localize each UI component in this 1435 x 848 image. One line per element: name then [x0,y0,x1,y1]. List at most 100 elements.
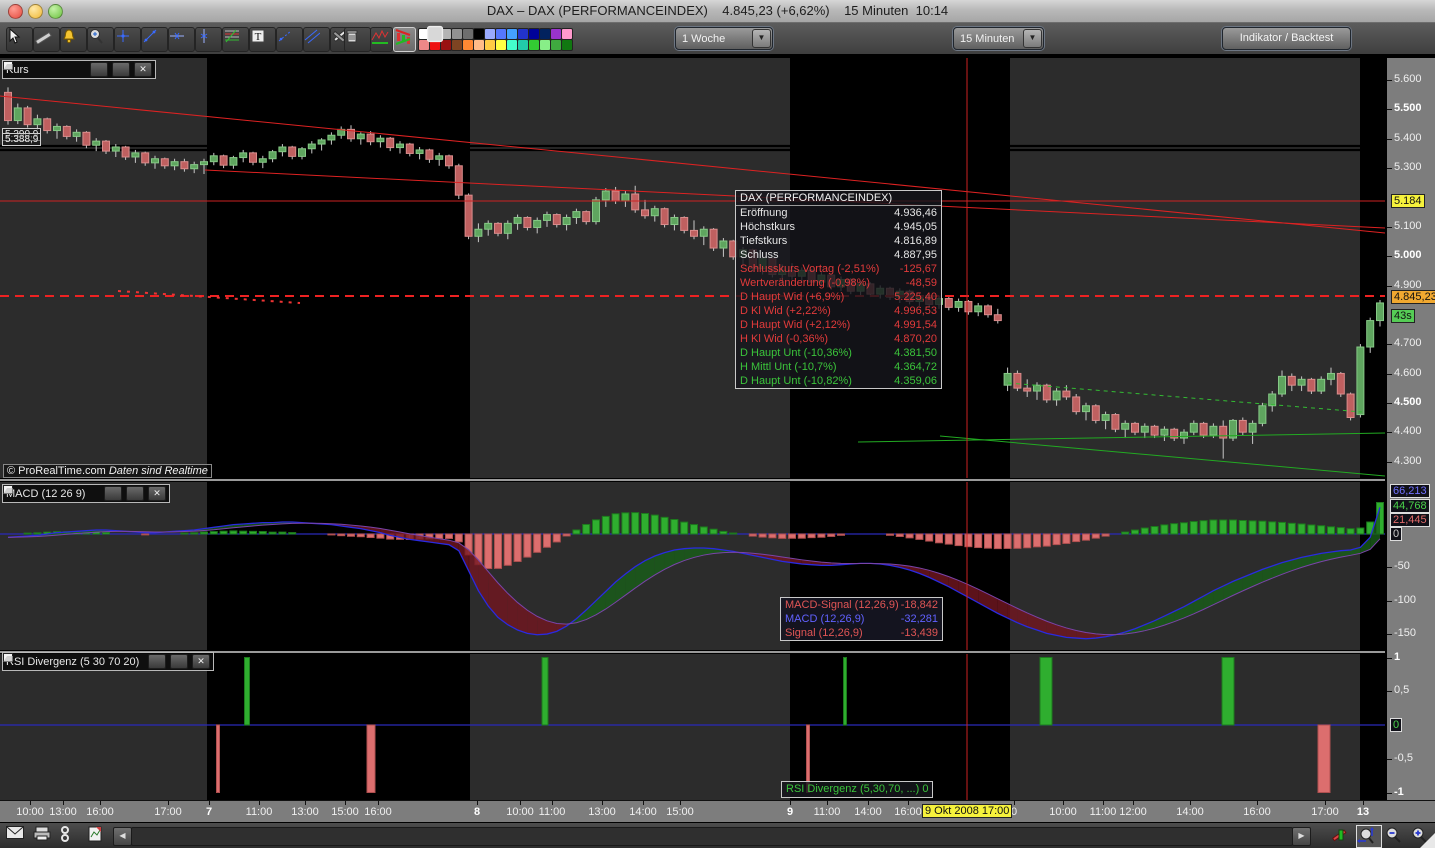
price-tick-mark [1387,256,1392,258]
macd-histogram-bar [572,529,581,535]
macd-histogram-bar [905,533,914,539]
macd-histogram-bar [984,533,992,549]
macd-value-box: 21,445 [1390,513,1430,527]
rsi-panel-header[interactable]: RSI Divergenz (5 30 70 20) ✕ [2,652,214,671]
candle-body [425,149,434,160]
price-tick-mark [1387,80,1392,82]
macd-histogram-bar [484,533,493,570]
printer-icon [33,826,51,841]
macd-histogram-bar [1052,533,1061,546]
macd-histogram-bar [1346,528,1355,535]
resize-grip[interactable] [1419,833,1435,848]
time-tick-label: 17:00 [1311,806,1339,818]
macd-histogram-bar [1317,525,1326,535]
macd-panel-header[interactable]: MACD (12 26 9) ✕ [2,484,170,503]
macd-histogram-bar [288,532,297,535]
rsi-close-button[interactable]: ✕ [192,654,210,669]
candle-body [1189,422,1198,433]
zoom-region-button[interactable] [1356,825,1382,848]
macd-histogram-bar [503,533,512,566]
candle-body [1140,425,1149,433]
time-tick-mark [1363,801,1364,805]
time-tick-mark [827,801,828,805]
macd-settings-button[interactable] [3,486,122,501]
macd-window-button[interactable] [3,485,144,501]
macd-close-button[interactable]: ✕ [148,486,166,501]
candle-body [229,157,238,166]
chart-settings-button[interactable] [1330,826,1352,845]
print-button[interactable] [33,826,55,845]
rsi-bar [541,657,549,726]
price-axis-flag: 4.845,23 [1391,290,1435,304]
macd-histogram-bar [1101,533,1110,537]
macd-histogram-bar [200,531,208,535]
color-swatch[interactable] [426,25,444,43]
price-axis[interactable]: 5.600 5.500 5.400 5.300 5.100 5.000 4.900 4.700… [1385,58,1435,822]
macd-histogram-bar [209,531,218,535]
scroll-right-button[interactable]: ▶ [1292,827,1311,846]
tooltip-row: D Haupt Unt (-10,82%) 4.359,06 [740,375,937,387]
mail-button[interactable] [6,826,28,845]
kurs-close-button[interactable]: ✕ [134,62,152,77]
price-axis-flag: 5.184 [1391,194,1425,208]
macd-histogram-bar [356,533,365,538]
link-button[interactable] [60,826,82,845]
macd-histogram-bar [1082,533,1090,541]
time-axis[interactable]: 10:00 13:00 16:00 17:00 7 11:00 13:00 15:00 16:0… [0,800,1435,823]
scroll-left-button[interactable]: ◀ [113,827,132,846]
kurs-panel-header[interactable]: Kurs ✕ [2,60,156,79]
candle-body [1091,405,1100,421]
candle-body [1356,346,1365,416]
candle-body [249,152,257,163]
candle-body [719,240,728,249]
time-tick-mark [345,801,346,805]
candle-body [1317,378,1326,392]
kurs-window-button[interactable] [3,61,130,77]
candle-body [1346,393,1355,418]
candle-body [494,222,502,234]
chart-page-button[interactable] [88,826,110,845]
tooltip-row: Schlusskurs Vortag (-2,51%) -125,67 [740,263,937,275]
candle-body [1042,384,1051,401]
macd-histogram-bar [788,533,796,539]
candle-body [1336,372,1345,395]
time-tick-mark [259,801,260,805]
macd-histogram-bar [454,533,463,543]
macd-cloud [635,560,645,589]
macd-histogram-bar [837,533,845,536]
macd-tick-mark [1387,600,1392,602]
macd-histogram-bar [180,532,189,535]
panel-divider[interactable] [0,478,1385,482]
macd-histogram-bar [543,533,551,548]
price-tick-mark [1387,109,1392,111]
macd-histogram-bar [748,533,757,537]
price-tick-label: 4.900 [1394,278,1422,291]
time-tick-label: 16:00 [86,806,114,818]
time-tick-label: 12:00 [1119,806,1147,818]
tooltip-row: Tiefstkurs 4.816,89 [740,235,937,247]
macd-histogram-bar [768,533,777,539]
rsi-window-button[interactable] [3,653,188,669]
macd-histogram-bar [1307,524,1316,535]
candle-body [572,211,581,218]
chart-plot[interactable] [0,0,1435,848]
kurs-settings-button[interactable] [3,62,108,77]
time-tick-label: 11:00 [245,806,273,818]
macd-histogram-bar [699,526,708,535]
macd-histogram-bar [1356,527,1365,535]
candle-body [601,190,610,201]
rsi-settings-button[interactable] [3,654,166,669]
macd-histogram-bar [709,528,718,535]
macd-histogram-bar [915,533,924,540]
macd-histogram-bar [611,513,620,535]
zoom-out-button[interactable] [1384,826,1406,845]
candle-body [72,131,81,137]
time-tick-mark [1133,801,1134,805]
macd-tick-mark [1387,634,1392,636]
macd-histogram-bar [719,530,728,535]
tooltip-row: D Haupt Wid (+6,9%) 5.225,40 [740,291,937,303]
candle-body [650,208,659,217]
horizontal-scrollbar[interactable] [131,827,1293,846]
candle-body [562,216,571,226]
copyright-note: © ProRealTime.com Daten sind Realtime [3,464,212,478]
